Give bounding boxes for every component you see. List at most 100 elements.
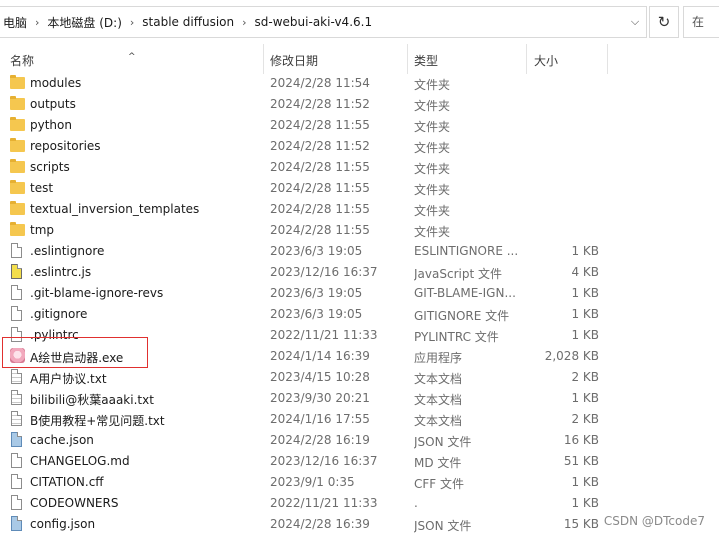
file-row[interactable]: .git-blame-ignore-revs 2023/6/3 19:05 GIT-…: [0, 283, 719, 304]
file-row[interactable]: textual_inversion_templates 2024/2/28 11:…: [0, 199, 719, 220]
file-name: CITATION.cff: [30, 475, 104, 489]
file-type: GITIGNORE 文件: [414, 309, 510, 323]
column-size[interactable]: 大小: [534, 52, 558, 69]
file-type: 文件夹: [414, 141, 451, 155]
text-file-icon: [11, 369, 22, 384]
file-date: 2022/11/21 11:33: [270, 328, 378, 342]
file-row[interactable]: CODEOWNERS 2022/11/21 11:33. 1 KB: [0, 493, 719, 514]
file-size: 2,028 KB: [544, 349, 599, 363]
file-type: 文件夹: [414, 225, 451, 239]
refresh-icon: ↻: [657, 13, 671, 31]
breadcrumb-drive[interactable]: 本地磁盘 (D:): [44, 14, 124, 31]
file-type: 文件夹: [414, 162, 451, 176]
file-size: 1 KB: [571, 391, 599, 405]
file-row[interactable]: .eslintignore 2023/6/3 19:05 ESLINTIGNORE …: [0, 241, 719, 262]
file-date: 2024/2/28 16:19: [270, 433, 370, 447]
file-row[interactable]: CHANGELOG.md 2023/12/16 16:37 MD 文件 51 KB: [0, 451, 719, 472]
file-type: GIT-BLAME-IGN...: [414, 286, 516, 300]
json-file-icon: [11, 516, 22, 531]
column-divider[interactable]: [407, 44, 408, 74]
chevron-down-icon[interactable]: ⌵: [628, 15, 642, 29]
file-type: 文件夹: [414, 99, 451, 113]
text-file-icon: [11, 390, 22, 405]
folder-icon: [10, 222, 25, 236]
file-type: PYLINTRC 文件: [414, 330, 499, 344]
file-row[interactable]: repositories 2024/2/28 11:52 文件夹: [0, 136, 719, 157]
file-size: 2 KB: [571, 370, 599, 384]
file-size: 15 KB: [563, 517, 599, 531]
file-row[interactable]: outputs 2024/2/28 11:52 文件夹: [0, 94, 719, 115]
file-date: 2024/2/28 11:55: [270, 181, 370, 195]
file-type: 应用程序: [414, 351, 463, 365]
file-type: 文件夹: [414, 204, 451, 218]
folder-icon: [10, 159, 25, 173]
file-row[interactable]: bilibili@秋葉aaaki.txt 2023/9/30 20:21 文本文档 1…: [0, 388, 719, 409]
file-size: 1 KB: [571, 496, 599, 510]
file-name: config.json: [30, 517, 96, 531]
file-row[interactable]: tmp 2024/2/28 11:55 文件夹: [0, 220, 719, 241]
file-row[interactable]: CITATION.cff 2023/9/1 0:35 CFF 文件 1 KB: [0, 472, 719, 493]
file-size: 4 KB: [571, 265, 599, 279]
file-date: 2024/1/14 16:39: [270, 349, 370, 363]
search-input[interactable]: 在: [683, 6, 719, 38]
file-row[interactable]: test 2024/2/28 11:55 文件夹: [0, 178, 719, 199]
column-divider[interactable]: [607, 44, 608, 74]
chevron-right-icon[interactable]: ›: [30, 16, 44, 29]
file-row[interactable]: A用户协议.txt 2023/4/15 10:28 文本文档 2 KB: [0, 367, 719, 388]
address-bar[interactable]: 电脑 › 本地磁盘 (D:) › stable diffusion › sd-w…: [0, 6, 719, 38]
folder-icon: [10, 75, 25, 89]
file-row[interactable]: .eslintrc.js 2023/12/16 16:37 JavaScript 文…: [0, 262, 719, 283]
refresh-button[interactable]: ↻: [649, 6, 679, 38]
file-type: JSON 文件: [414, 519, 472, 533]
file-icon: [11, 243, 22, 258]
file-icon: [11, 306, 22, 321]
file-name: outputs: [30, 97, 76, 111]
file-icon: [11, 453, 22, 468]
file-row[interactable]: python 2024/2/28 11:55 文件夹: [0, 115, 719, 136]
text-file-icon: [11, 411, 22, 426]
file-type: JavaScript 文件: [414, 267, 502, 281]
file-date: 2023/9/30 20:21: [270, 391, 370, 405]
column-divider[interactable]: [263, 44, 264, 74]
file-name: scripts: [30, 160, 70, 174]
column-date[interactable]: 修改日期: [270, 52, 318, 69]
file-row[interactable]: B使用教程+常见问题.txt 2024/1/16 17:55 文本文档 2 KB: [0, 409, 719, 430]
breadcrumb[interactable]: 电脑 › 本地磁盘 (D:) › stable diffusion › sd-w…: [0, 6, 647, 38]
file-name: .gitignore: [30, 307, 88, 321]
column-name[interactable]: 名称: [10, 52, 34, 69]
folder-icon: [10, 96, 25, 110]
file-date: 2024/2/28 11:55: [270, 223, 370, 237]
file-date: 2023/12/16 16:37: [270, 454, 378, 468]
file-type: 文本文档: [414, 393, 463, 407]
file-name: .eslintignore: [30, 244, 105, 258]
file-type: 文本文档: [414, 414, 463, 428]
breadcrumb-pc[interactable]: 电脑: [0, 14, 30, 31]
file-name: test: [30, 181, 54, 195]
chevron-right-icon[interactable]: ›: [237, 16, 251, 29]
file-row[interactable]: modules 2024/2/28 11:54 文件夹: [0, 73, 719, 94]
chevron-right-icon[interactable]: ›: [125, 16, 139, 29]
js-file-icon: [11, 264, 22, 279]
file-name: python: [30, 118, 72, 132]
breadcrumb-folder[interactable]: stable diffusion: [139, 15, 237, 29]
file-name: modules: [30, 76, 82, 90]
file-type: .: [414, 496, 418, 510]
file-size: 1 KB: [571, 475, 599, 489]
file-row[interactable]: .gitignore 2023/6/3 19:05 GITIGNORE 文件 1 KB: [0, 304, 719, 325]
file-date: 2023/4/15 10:28: [270, 370, 370, 384]
file-name: bilibili@秋葉aaaki.txt: [30, 393, 154, 407]
file-name: .eslintrc.js: [30, 265, 92, 279]
file-name: cache.json: [30, 433, 94, 447]
file-type: 文件夹: [414, 120, 451, 134]
file-name: repositories: [30, 139, 101, 153]
breadcrumb-current[interactable]: sd-webui-aki-v4.6.1: [252, 15, 376, 29]
file-row[interactable]: scripts 2024/2/28 11:55 文件夹: [0, 157, 719, 178]
folder-icon: [10, 201, 25, 215]
file-size: 1 KB: [571, 286, 599, 300]
column-divider[interactable]: [526, 44, 527, 74]
file-date: 2024/2/28 11:55: [270, 118, 370, 132]
file-size: 1 KB: [571, 328, 599, 342]
file-size: 1 KB: [571, 244, 599, 258]
column-type[interactable]: 类型: [414, 52, 438, 69]
file-row[interactable]: cache.json 2024/2/28 16:19 JSON 文件 16 KB: [0, 430, 719, 451]
